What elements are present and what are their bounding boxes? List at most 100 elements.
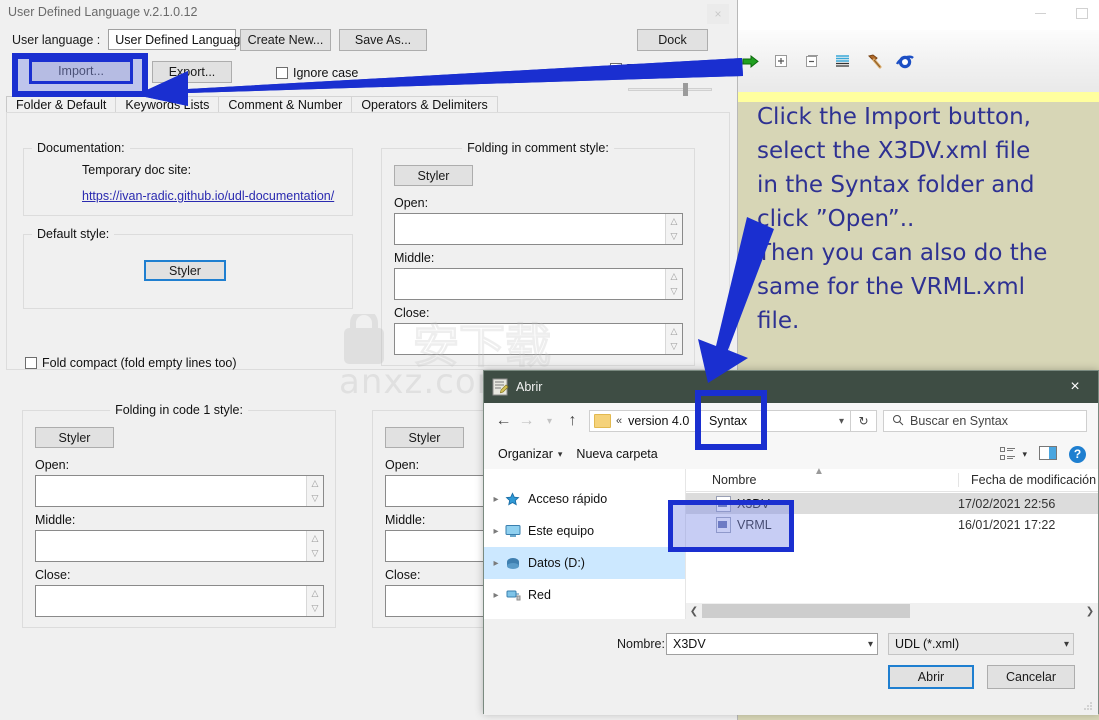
export-button[interactable]: Export... <box>152 61 232 83</box>
chevron-right-icon[interactable]: ▸ <box>488 526 504 537</box>
fold-compact-checkbox[interactable]: Fold compact (fold empty lines too) <box>25 356 237 370</box>
close-icon[interactable]: × <box>1052 371 1098 403</box>
forward-icon[interactable]: → <box>515 409 538 433</box>
ignore-case-checkbox[interactable]: Ignore case <box>276 66 358 80</box>
folding-code1-styler-button[interactable]: Styler <box>35 427 114 448</box>
window-controls[interactable] <box>1029 4 1093 22</box>
nav-item-datos-d[interactable]: ▸ Datos (D:) <box>484 547 685 579</box>
minimize-icon[interactable] <box>1029 4 1051 22</box>
comment-open-input[interactable]: △ ▽ <box>394 213 683 245</box>
documentation-link[interactable]: https://ivan-radic.github.io/udl-documen… <box>82 189 334 203</box>
collapse-all-icon[interactable] <box>802 51 822 71</box>
hammer-icon[interactable] <box>864 51 884 71</box>
chevron-down-icon[interactable]: ▾ <box>1064 639 1069 650</box>
column-header-nombre[interactable]: Nombre ▲ <box>686 466 958 487</box>
cancel-button[interactable]: Cancelar <box>987 665 1075 689</box>
code1-close-value[interactable] <box>36 586 306 616</box>
column-headers[interactable]: Nombre ▲ Fecha de modificación <box>686 466 1098 492</box>
tab-operators-and-delimiters[interactable]: Operators & Delimiters <box>351 96 498 113</box>
transparency-checkbox[interactable]: Transparency <box>610 62 703 76</box>
table-row[interactable]: VRML 16/01/2021 17:22 <box>686 514 1098 535</box>
checkbox-icon[interactable] <box>25 357 37 369</box>
nav-item-red[interactable]: ▸ Red <box>484 579 685 611</box>
dock-button[interactable]: Dock <box>637 29 708 51</box>
navigation-bar[interactable]: ← → ▾ ↑ « version 4.0 › Syntax ▾ ↻ Busca… <box>484 403 1098 440</box>
maximize-icon[interactable] <box>1071 4 1093 22</box>
folding-comment-styler-button[interactable]: Styler <box>394 165 473 186</box>
view-controls[interactable]: ▾ ? <box>1000 445 1086 463</box>
save-as-button[interactable]: Save As... <box>339 29 427 51</box>
refresh-icon[interactable]: ↻ <box>851 410 877 432</box>
spinner-icon[interactable]: △▽ <box>665 324 682 354</box>
filename-input[interactable]: X3DV ▾ <box>666 633 878 655</box>
code1-open-input[interactable]: △ ▽ <box>35 475 324 507</box>
transparency-slider[interactable] <box>628 82 712 96</box>
comment-middle-input[interactable]: △ ▽ <box>394 268 683 300</box>
back-icon[interactable]: ← <box>492 409 515 433</box>
scrollbar-thumb[interactable] <box>702 604 910 618</box>
code1-close-input[interactable]: △ ▽ <box>35 585 324 617</box>
spinner-icon[interactable]: △▽ <box>665 214 682 244</box>
internet-explorer-icon[interactable] <box>895 51 915 71</box>
checkbox-icon[interactable] <box>276 67 288 79</box>
chevron-right-icon[interactable]: ▸ <box>488 590 504 601</box>
code1-open-value[interactable] <box>36 476 306 506</box>
command-bar[interactable]: Organizar ▾ Nueva carpeta ▾ ? <box>484 439 1098 470</box>
organize-menu[interactable]: Organizar ▾ <box>498 447 562 461</box>
up-icon[interactable]: ↑ <box>561 409 584 433</box>
nav-item-este-equipo[interactable]: ▸ Este equipo <box>484 515 685 547</box>
recent-locations-chevron-icon[interactable]: ▾ <box>538 409 561 433</box>
import-button[interactable]: Import... <box>30 60 132 82</box>
user-defined-language-dialog[interactable]: User Defined Language v.2.1.0.12 × User … <box>0 0 738 376</box>
nav-item-acceso-rapido[interactable]: ▸ Acceso rápido <box>484 483 685 515</box>
comment-close-input[interactable]: △ ▽ <box>394 323 683 355</box>
resize-grip-icon[interactable] <box>1083 701 1093 711</box>
chevron-right-icon[interactable]: ▸ <box>488 494 504 505</box>
slider-thumb[interactable] <box>683 83 688 96</box>
folding-code2-styler-button[interactable]: Styler <box>385 427 464 448</box>
tab-bar[interactable]: Folder & Default Keywords Lists Comment … <box>6 95 498 113</box>
search-input[interactable]: Buscar en Syntax <box>883 410 1087 432</box>
npp-toolbar[interactable] <box>730 30 1099 93</box>
preview-pane-button[interactable] <box>1039 445 1057 463</box>
comment-middle-value[interactable] <box>395 269 665 299</box>
breadcrumb-parent[interactable]: version 4.0 <box>628 414 689 428</box>
chevron-down-icon[interactable]: ▾ <box>839 416 844 427</box>
filetype-select[interactable]: UDL (*.xml) ▾ <box>888 633 1074 655</box>
spinner-icon[interactable]: △▽ <box>306 476 323 506</box>
filename-value[interactable]: X3DV <box>673 637 862 651</box>
breadcrumb[interactable]: « version 4.0 › Syntax ▾ <box>589 410 851 432</box>
file-name-cell[interactable]: X3DV <box>686 495 958 512</box>
help-icon[interactable]: ? <box>1069 445 1086 463</box>
open-file-dialog[interactable]: Abrir × ← → ▾ ↑ « version 4.0 › Syntax ▾… <box>483 370 1099 715</box>
user-language-select[interactable]: User Defined Language ▾ <box>108 29 258 50</box>
column-header-fecha[interactable]: Fecha de modificación <box>958 473 1096 487</box>
default-style-styler-button[interactable]: Styler <box>144 260 226 281</box>
chevron-down-icon[interactable]: ▾ <box>868 639 873 650</box>
spinner-icon[interactable]: △▽ <box>306 531 323 561</box>
create-new-button[interactable]: Create New... <box>240 29 331 51</box>
code1-middle-value[interactable] <box>36 531 306 561</box>
expand-all-icon[interactable] <box>771 51 791 71</box>
close-icon[interactable]: × <box>707 4 729 24</box>
navigation-pane[interactable]: ▸ Acceso rápido ▸ Este equipo ▸ Datos (D… <box>484 469 686 619</box>
code1-middle-input[interactable]: △ ▽ <box>35 530 324 562</box>
table-row[interactable]: X3DV 17/02/2021 22:56 <box>686 493 1098 514</box>
spinner-icon[interactable]: △▽ <box>665 269 682 299</box>
scroll-left-icon[interactable]: ❮ <box>686 606 702 617</box>
file-name-cell[interactable]: VRML <box>686 516 958 533</box>
run-arrow-icon[interactable] <box>740 51 760 71</box>
text-lines-icon[interactable] <box>833 51 853 71</box>
file-list-pane[interactable]: Nombre ▲ Fecha de modificación X3DV 17/0… <box>686 466 1098 619</box>
spinner-icon[interactable]: △▽ <box>306 586 323 616</box>
comment-close-value[interactable] <box>395 324 665 354</box>
open-button[interactable]: Abrir <box>888 665 974 689</box>
change-view-button[interactable]: ▾ <box>1000 447 1027 461</box>
comment-open-value[interactable] <box>395 214 665 244</box>
new-folder-button[interactable]: Nueva carpeta <box>576 447 657 461</box>
horizontal-scrollbar[interactable]: ❮ ❯ <box>686 603 1098 619</box>
breadcrumb-current[interactable]: Syntax <box>709 414 747 428</box>
checkbox-icon[interactable] <box>610 63 622 75</box>
chevron-right-icon[interactable]: ▸ <box>488 558 504 569</box>
tab-comment-and-number[interactable]: Comment & Number <box>218 96 353 113</box>
